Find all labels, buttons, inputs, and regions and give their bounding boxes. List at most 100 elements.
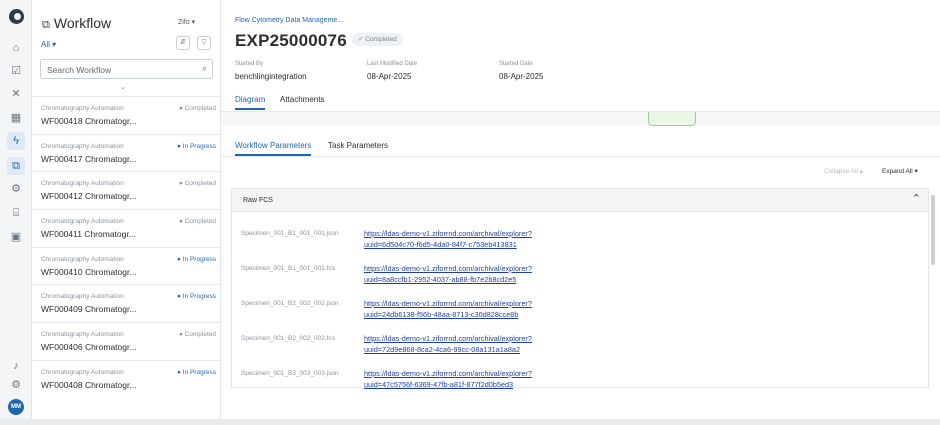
list-item[interactable]: Chromatography Automation ● In Progress WF… xyxy=(32,359,220,398)
started-by-label: Started By xyxy=(235,61,264,67)
workflow-category: Chromatography Automation xyxy=(41,142,124,150)
workflow-category: Chromatography Automation xyxy=(41,255,124,263)
archival-link[interactable]: https://ldas-demo-v1.ziforrnd.com/archiv… xyxy=(364,369,532,390)
tools-icon[interactable]: ✕ xyxy=(7,85,25,103)
grid-icon[interactable]: ▦ xyxy=(7,109,25,127)
archival-link-line2[interactable]: uuid=6d504c70-f6d5-4da0-84f7-c753eb41383… xyxy=(364,240,517,249)
file-row: Specimen_001_B1_001_001.json https://ldas… xyxy=(232,226,930,259)
tab-workflow-parameters[interactable]: Workflow Parameters xyxy=(235,141,312,156)
workflow-category: Chromatography Automation xyxy=(41,331,124,339)
workflow-name: WF000417 Chromatogr... xyxy=(41,153,137,164)
workflow-status: ● Completed xyxy=(179,105,216,112)
bottom-bar xyxy=(0,419,940,425)
last-modified-label: Last Modified Date xyxy=(367,61,418,67)
tasks-icon[interactable]: ☑ xyxy=(7,62,25,80)
scrollbar[interactable] xyxy=(931,195,935,265)
workflow-list-panel: ⧉Workflow Zifo ▾ All ▾ ⇵ ▽ ⌕ ⌄ Chromatog… xyxy=(32,0,221,425)
file-row: Specimen_001_B2_002_002.fcs https://ldas-… xyxy=(232,331,930,364)
workflow-icon[interactable]: ⧉ xyxy=(7,157,25,175)
workflow-icon: ⧉ xyxy=(42,19,50,31)
workflow-name: WF000409 Chromatogr... xyxy=(41,304,137,315)
bell-icon[interactable]: ♪ xyxy=(7,357,25,375)
archival-link[interactable]: https://ldas-demo-v1.ziforrnd.com/archiv… xyxy=(364,264,532,285)
breadcrumb[interactable]: Flow Cytometry Data Manageme... xyxy=(235,17,343,24)
workflow-name: WF000412 Chromatogr... xyxy=(41,191,137,202)
workflow-status-text: Completed xyxy=(184,218,216,226)
list-item[interactable]: Chromatography Automation ● Completed WF00… xyxy=(32,96,220,134)
list-item[interactable]: Chromatography Automation ● In Progress WF… xyxy=(32,284,220,322)
workflow-status-text: In Progress xyxy=(182,293,216,301)
archive-icon[interactable]: ⌸ xyxy=(7,204,25,222)
org-selector[interactable]: Zifo ▾ xyxy=(178,18,195,26)
workflow-name: WF000418 Chromatogr... xyxy=(41,116,137,126)
diagram-canvas[interactable] xyxy=(221,111,940,126)
search-icon[interactable]: ⌕ xyxy=(202,63,207,74)
list-item[interactable]: Chromatography Automation ● Completed WF00… xyxy=(32,171,220,209)
workflow-status: ● Completed xyxy=(179,218,216,225)
file-list: Specimen_001_B1_001_001.json https://ldas… xyxy=(231,212,930,390)
archival-link-line1[interactable]: https://ldas-demo-v1.ziforrnd.com/archiv… xyxy=(364,299,532,308)
workflow-status: ● In Progress xyxy=(177,256,216,263)
workflow-status: ● Completed xyxy=(179,180,216,187)
workflow-status-text: In Progress xyxy=(182,142,216,150)
file-name: Specimen_001_B2_002_002.fcs xyxy=(241,335,335,342)
status-badge: ✓ Completed xyxy=(352,33,403,46)
archival-link-line2[interactable]: uuid=72d9e868-8ca2-4ca6-99cc-08a131a1a8a… xyxy=(364,345,520,354)
archival-link-line2[interactable]: uuid=47c5756f-6369-47fb-a81f-877f2d0b5ed… xyxy=(364,380,513,389)
workflow-category: Chromatography Automation xyxy=(41,180,124,188)
workflow-panel-title-text: Workflow xyxy=(53,15,112,31)
pipeline-icon[interactable]: ϟ xyxy=(7,132,25,150)
workflow-status-text: Completed xyxy=(184,180,216,188)
workflow-name: WF000411 Chromatogr... xyxy=(41,229,136,240)
workflow-name: WF000408 Chromatogr... xyxy=(41,379,137,390)
chevron-up-icon[interactable]: ⌃ xyxy=(912,192,921,205)
collapse-caret-icon[interactable]: ⌄ xyxy=(120,83,126,91)
status-filter-dropdown[interactable]: All ▾ xyxy=(41,40,56,49)
tab-task-parameters[interactable]: Task Parameters xyxy=(328,141,388,150)
archival-link-line2[interactable]: uuid=8a8ccfb1-2952-4037-ab88-fb7e2b8cd2e… xyxy=(364,275,516,284)
started-date-label: Started Date xyxy=(499,61,533,67)
workflow-category: Chromatography Automation xyxy=(41,368,124,376)
collapse-all-button[interactable]: Collapse All ▴ xyxy=(824,167,863,175)
workflow-name: WF000410 Chromatogr... xyxy=(41,266,137,277)
sort-button[interactable]: ⇵ xyxy=(176,36,190,50)
section-title: Raw FCS xyxy=(243,197,273,204)
file-name: Specimen_001_B1_001_001.fcs xyxy=(241,265,335,272)
archival-link-line1[interactable]: https://ldas-demo-v1.ziforrnd.com/archiv… xyxy=(364,264,532,273)
archival-link-line2[interactable]: uuid=24db6138-f56b-48aa-8713-c30d828cce8… xyxy=(364,310,518,319)
workflow-status-text: In Progress xyxy=(182,255,216,263)
started-date-value: 08-Apr-2025 xyxy=(499,72,544,81)
archival-link-line1[interactable]: https://ldas-demo-v1.ziforrnd.com/archiv… xyxy=(364,229,532,238)
divider xyxy=(221,156,940,157)
list-item[interactable]: Chromatography Automation ● In Progress WF… xyxy=(32,133,220,172)
filter-button[interactable]: ▽ xyxy=(197,36,211,50)
search-input[interactable] xyxy=(47,63,187,76)
tab-diagram[interactable]: Diagram xyxy=(235,95,266,110)
archival-link[interactable]: https://ldas-demo-v1.ziforrnd.com/archiv… xyxy=(364,229,532,250)
list-item[interactable]: Chromatography Automation ● Completed WF00… xyxy=(32,209,220,247)
archival-link-line1[interactable]: https://ldas-demo-v1.ziforrnd.com/archiv… xyxy=(364,334,532,343)
tab-attachments[interactable]: Attachments xyxy=(280,95,324,104)
storage-icon[interactable]: ▣ xyxy=(7,228,25,246)
raw-fcs-section-header[interactable]: Raw FCS ⌃ xyxy=(231,188,929,212)
archival-link[interactable]: https://ldas-demo-v1.ziforrnd.com/archiv… xyxy=(364,299,532,320)
list-item[interactable]: Chromatography Automation ● Completed WF00… xyxy=(32,322,220,360)
page-title: EXP25000076 xyxy=(235,31,347,50)
avatar[interactable]: MM xyxy=(8,399,24,415)
expand-all-button[interactable]: Expand All ▾ xyxy=(882,167,918,175)
workflow-status-text: In Progress xyxy=(182,368,216,376)
settings-icon[interactable]: ⚙ xyxy=(7,180,25,198)
archival-link[interactable]: https://ldas-demo-v1.ziforrnd.com/archiv… xyxy=(364,334,532,355)
file-row: Specimen_001_B1_001_001.fcs https://ldas-… xyxy=(232,261,930,294)
file-name: Specimen_001_B2_002_002.json xyxy=(241,300,339,307)
last-modified-value: 08-Apr-2025 xyxy=(367,72,412,81)
workflow-status: ● In Progress xyxy=(177,369,216,376)
diagram-node[interactable] xyxy=(648,112,696,126)
app-logo[interactable] xyxy=(9,9,24,24)
workflow-panel-title: ⧉ Workflow xyxy=(42,15,111,32)
archival-link-line1[interactable]: https://ldas-demo-v1.ziforrnd.com/archiv… xyxy=(364,369,532,378)
home-icon[interactable]: ⌂ xyxy=(7,39,25,57)
list-item[interactable]: Chromatography Automation ● In Progress WF… xyxy=(32,246,220,285)
workflow-list: Chromatography Automation ● Completed WF00… xyxy=(32,96,220,398)
gear-icon[interactable]: ⚙ xyxy=(7,376,25,394)
